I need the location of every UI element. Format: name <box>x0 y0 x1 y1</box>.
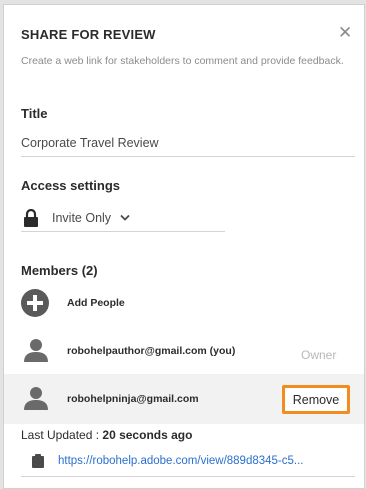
panel-description: Create a web link for stakeholders to co… <box>21 55 344 67</box>
panel-title: SHARE FOR REVIEW <box>21 27 156 42</box>
share-link-field[interactable]: https://robohelp.adobe.com/view/889d8345… <box>21 445 355 477</box>
share-for-review-panel: SHARE FOR REVIEW ✕ Create a web link for… <box>3 4 365 489</box>
access-settings-label: Access settings <box>21 178 120 193</box>
close-icon[interactable]: ✕ <box>338 24 352 41</box>
members-label: Members (2) <box>21 263 98 278</box>
user-avatar-icon <box>24 339 48 362</box>
clipboard-icon[interactable] <box>32 453 44 468</box>
title-input[interactable] <box>21 129 355 157</box>
share-link[interactable]: https://robohelp.adobe.com/view/889d8345… <box>58 455 348 467</box>
last-updated-value: 20 seconds ago <box>102 428 193 442</box>
chevron-down-icon <box>120 214 130 221</box>
user-avatar-icon <box>24 387 48 410</box>
member-email: robohelpninja@gmail.com <box>67 393 199 405</box>
remove-member-button[interactable]: Remove <box>282 385 350 414</box>
add-people-icon[interactable] <box>21 289 49 317</box>
access-selected-value: Invite Only <box>52 210 112 225</box>
last-updated: Last Updated : 20 seconds ago <box>21 428 192 442</box>
last-updated-label: Last Updated : <box>21 428 100 442</box>
owner-badge: Owner <box>301 348 337 362</box>
lock-icon <box>24 208 38 227</box>
access-settings-dropdown[interactable]: Invite Only <box>21 204 225 232</box>
add-people-button[interactable]: Add People <box>67 297 125 309</box>
title-label: Title <box>21 106 48 121</box>
member-email: robohelpauthor@gmail.com (you) <box>67 345 236 357</box>
